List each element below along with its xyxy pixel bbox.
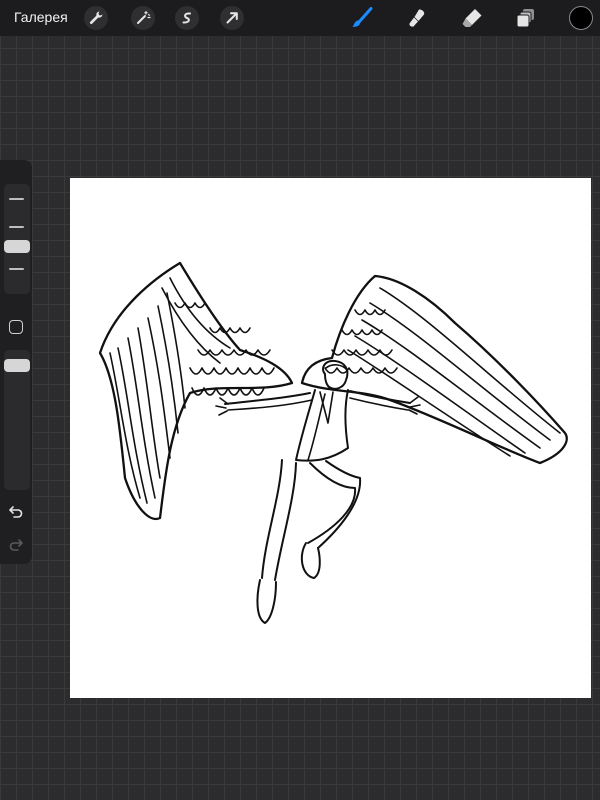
undo-icon xyxy=(9,506,23,518)
transform-button[interactable] xyxy=(220,6,244,30)
brush-size-thumb[interactable] xyxy=(4,240,30,253)
brush-tool-button[interactable] xyxy=(349,5,375,31)
smudge-tool-button[interactable] xyxy=(404,5,430,31)
top-toolbar: Галерея xyxy=(0,0,600,36)
selection-icon xyxy=(182,12,191,24)
left-sidebar xyxy=(0,160,32,564)
undo-button[interactable] xyxy=(6,502,26,522)
size-tick xyxy=(9,268,24,270)
adjustments-button[interactable] xyxy=(131,6,155,30)
brush-size-slider[interactable] xyxy=(4,184,30,294)
selection-button[interactable] xyxy=(175,6,199,30)
modify-square-icon[interactable] xyxy=(9,320,23,334)
redo-button[interactable] xyxy=(6,535,26,555)
brush-icon xyxy=(352,7,373,27)
opacity-thumb[interactable] xyxy=(4,359,30,372)
size-tick xyxy=(9,226,24,228)
opacity-slider[interactable] xyxy=(4,350,30,490)
actions-button[interactable] xyxy=(84,6,108,30)
gallery-button[interactable]: Галерея xyxy=(14,9,68,25)
smudge-icon xyxy=(409,9,425,27)
eraser-tool-button[interactable] xyxy=(459,5,485,31)
layers-button[interactable] xyxy=(513,5,539,31)
eraser-icon xyxy=(462,9,482,27)
color-swatch-button[interactable] xyxy=(569,6,593,30)
magic-wand-icon xyxy=(137,10,151,24)
wrench-icon xyxy=(89,11,103,24)
transform-arrow-icon xyxy=(226,12,238,24)
angel-line-art xyxy=(98,261,568,624)
layers-icon xyxy=(516,9,534,28)
drawing-canvas[interactable] xyxy=(70,178,591,698)
redo-icon xyxy=(9,539,23,551)
size-tick xyxy=(9,198,24,200)
